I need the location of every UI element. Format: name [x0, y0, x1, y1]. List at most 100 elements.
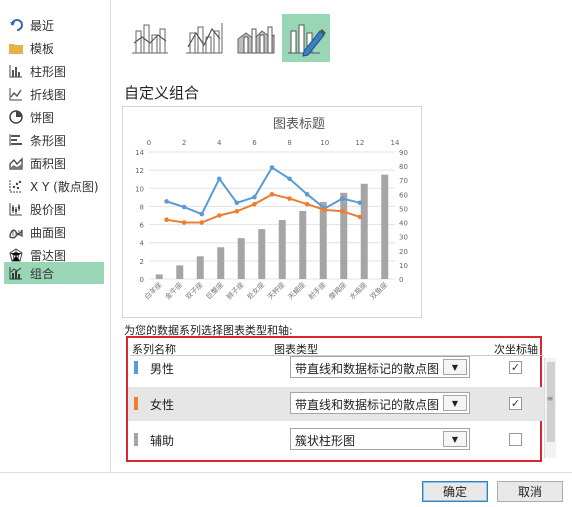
sidebar-item-stock[interactable]: 股价图	[4, 198, 104, 220]
series-row-male: 男性 带直线和数据标记的散点图 ▼ ✓	[128, 351, 548, 385]
data-point	[287, 196, 292, 201]
sidebar-item-label: 条形图	[30, 133, 67, 148]
sidebar-item-label: 曲面图	[30, 225, 67, 240]
series-row-female: 女性 带直线和数据标记的散点图 ▼ ✓	[128, 387, 548, 421]
chart-type-select[interactable]: 带直线和数据标记的散点图 ▼	[290, 392, 470, 414]
cancel-button[interactable]: 取消	[497, 481, 563, 502]
series-line	[166, 193, 361, 224]
column-line-icon	[130, 17, 170, 60]
undo-arrow-icon	[8, 17, 24, 33]
data-point	[339, 196, 345, 201]
line-chart-icon	[8, 86, 24, 102]
category-label: 白羊座	[142, 280, 163, 301]
data-point	[252, 194, 257, 200]
data-point	[181, 220, 187, 225]
sidebar-item-scatter[interactable]: X Y (散点图)	[4, 175, 104, 197]
chart-title: 图表标题	[273, 117, 325, 132]
sidebar-item-line[interactable]: 折线图	[4, 83, 104, 105]
ok-button[interactable]: 确定	[422, 481, 488, 502]
primary-y-tick-label: 0	[140, 276, 144, 284]
scatter-chart-icon	[8, 178, 24, 194]
bar	[340, 192, 348, 279]
sidebar-item-area[interactable]: 面积图	[4, 152, 104, 174]
combo-subtype-area-column[interactable]	[232, 14, 280, 62]
sidebar-item-pie[interactable]: 饼图	[4, 106, 104, 128]
series-line	[166, 166, 361, 216]
data-point	[234, 208, 240, 214]
sidebar-item-combo[interactable]: 组合	[4, 262, 104, 284]
data-point	[252, 201, 257, 207]
secondary-y-tick-label: 80	[399, 163, 408, 171]
category-label: 射手座	[306, 280, 327, 301]
dropdown-arrow-icon[interactable]: ▼	[443, 359, 467, 375]
secondary-y-tick-label: 40	[399, 220, 408, 228]
secondary-y-tick-label: 60	[399, 191, 408, 199]
data-point	[269, 192, 275, 197]
bar	[176, 265, 184, 279]
sidebar-item-label: 雷达图	[30, 248, 67, 263]
secondary-x-tick-label: 0	[147, 139, 151, 147]
combo-subtype-column-line-secondary[interactable]	[180, 14, 228, 62]
primary-y-tick-label: 10	[135, 185, 144, 193]
sidebar-item-label: 折线图	[30, 87, 67, 102]
sidebar-item-recent[interactable]: 最近	[4, 14, 104, 36]
secondary-y-tick-label: 90	[399, 149, 408, 157]
chart-type-value: 簇状柱形图	[295, 434, 356, 448]
category-label: 金牛座	[163, 280, 184, 301]
chart-type-value: 带直线和数据标记的散点图	[295, 398, 440, 412]
column-line-secondary-axis-icon	[184, 17, 224, 60]
bar	[155, 274, 163, 279]
sidebar-item-label: 饼图	[30, 110, 55, 125]
bar	[217, 247, 225, 279]
secondary-x-tick-label: 12	[355, 139, 364, 147]
sidebar-item-templates[interactable]: 模板	[4, 37, 104, 59]
data-point	[304, 192, 310, 197]
pie-chart-icon	[8, 109, 24, 125]
sidebar-item-column[interactable]: 柱形图	[4, 60, 104, 82]
data-point	[304, 201, 310, 207]
category-label: 狮子座	[224, 280, 245, 301]
bar	[360, 183, 368, 279]
combo-chart-preview: 图表标题 0246810121401020304050607080900 2 4 6 8…	[135, 117, 453, 301]
chart-type-select[interactable]: 带直线和数据标记的散点图 ▼	[290, 356, 470, 378]
series-color-swatch	[134, 361, 138, 374]
data-point	[234, 200, 240, 206]
secondary-x-tick-label: 14	[391, 139, 400, 147]
secondary-x-tick-label: 6	[252, 139, 257, 147]
combo-subtype-column-line[interactable]	[126, 14, 174, 62]
primary-y-tick-label: 4	[140, 240, 145, 248]
secondary-y-tick-label: 50	[399, 205, 408, 213]
category-label: 水瓶座	[347, 280, 368, 301]
dropdown-arrow-icon[interactable]: ▼	[443, 431, 467, 447]
bar	[299, 210, 307, 279]
data-point	[357, 214, 363, 220]
combo-subtype-custom[interactable]	[282, 14, 330, 62]
surface-chart-icon	[8, 224, 24, 240]
scrollbar-grip-icon: ≡	[546, 394, 554, 403]
data-point	[181, 204, 187, 210]
secondary-x-tick-label: 8	[287, 139, 291, 147]
secondary-axis-checkbox[interactable]: ✓	[509, 361, 522, 374]
bar	[258, 229, 266, 279]
secondary-axis-checkbox[interactable]: ✓	[509, 397, 522, 410]
series-table-scrollbar[interactable]: ≡	[544, 358, 556, 458]
category-label: 双子座	[183, 280, 204, 301]
sidebar-item-label: X Y (散点图)	[30, 179, 99, 194]
category-label: 巨蟹座	[204, 280, 225, 301]
bar	[237, 238, 245, 279]
data-point	[216, 213, 222, 218]
dropdown-arrow-icon[interactable]: ▼	[443, 395, 467, 411]
data-point	[269, 165, 275, 170]
series-color-swatch	[134, 397, 138, 410]
sidebar-item-label: 柱形图	[30, 64, 67, 79]
secondary-axis-checkbox[interactable]	[509, 433, 522, 446]
sidebar-item-bar[interactable]: 条形图	[4, 129, 104, 151]
secondary-y-tick-label: 30	[399, 234, 408, 242]
sidebar-item-surface[interactable]: 曲面图	[4, 221, 104, 243]
secondary-x-tick-label: 10	[320, 139, 329, 147]
sidebar-item-label: 面积图	[30, 156, 67, 171]
primary-y-tick-label: 12	[135, 167, 144, 175]
primary-y-tick-label: 6	[140, 222, 145, 230]
area-chart-icon	[8, 155, 24, 171]
chart-type-select[interactable]: 簇状柱形图 ▼	[290, 428, 470, 450]
